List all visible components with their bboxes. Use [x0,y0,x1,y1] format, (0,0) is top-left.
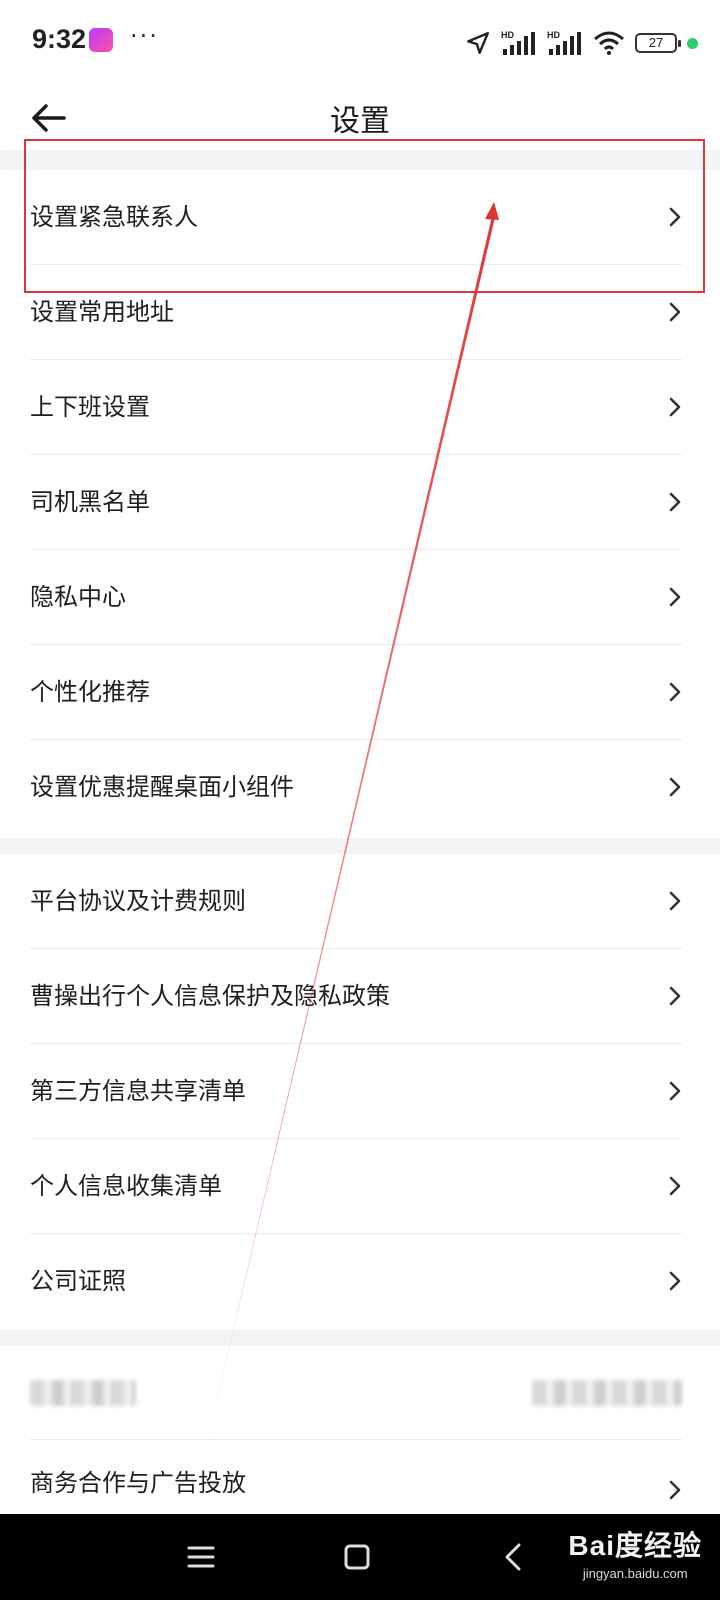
chevron-right-icon [669,777,681,797]
home-button[interactable] [340,1540,374,1574]
signal-hd-icon: HD [501,30,535,55]
chevron-right-icon [669,1176,681,1196]
nav-bar: 设置 [0,86,720,150]
page-title: 设置 [330,104,390,139]
row-label: 第三方信息共享清单 [30,1077,246,1105]
redacted-label [30,1380,136,1406]
home-square-icon [344,1544,370,1570]
row-label: 公司证照 [30,1267,126,1295]
section-gap [0,1330,720,1346]
row-label: 个人信息收集清单 [30,1172,222,1200]
settings-row-privacy-policy[interactable]: 曹操出行个人信息保护及隐私政策 [0,949,720,1044]
app-notification-icon [89,28,113,52]
watermark-url: jingyan.baidu.com [582,1566,688,1581]
more-notifications-icon: ··· [130,22,159,50]
chevron-right-icon [669,587,681,607]
chevron-right-icon [669,492,681,512]
settings-row-desktop-widget[interactable]: 设置优惠提醒桌面小组件 [0,740,720,835]
chevron-right-icon [669,891,681,911]
row-label: 上下班设置 [30,393,150,421]
settings-row-privacy-center[interactable]: 隐私中心 [0,550,720,645]
chevron-right-icon [669,397,681,417]
settings-row-personalized-recommend[interactable]: 个性化推荐 [0,645,720,740]
settings-row-driver-blacklist[interactable]: 司机黑名单 [0,455,720,550]
settings-row-company-license[interactable]: 公司证照 [0,1234,720,1329]
settings-row-emergency-contact[interactable]: 设置紧急联系人 [0,170,720,265]
redacted-value [532,1380,682,1406]
section-gap [0,838,720,854]
chevron-right-icon [669,207,681,227]
system-navigation-bar: Bai度经验 jingyan.baidu.com [0,1514,720,1600]
menu-icon [187,1546,215,1568]
settings-row-info-collection[interactable]: 个人信息收集清单 [0,1139,720,1234]
watermark-brand: Bai度经验 [568,1530,702,1561]
status-time: 9:32 [32,24,87,54]
settings-row-platform-agreement[interactable]: 平台协议及计费规则 [0,854,720,949]
chevron-right-icon [669,1081,681,1101]
system-back-button[interactable] [496,1540,530,1574]
battery-icon: 27 [635,33,681,53]
settings-row-commute[interactable]: 上下班设置 [0,360,720,455]
row-label: 司机黑名单 [30,488,150,516]
menu-button[interactable] [184,1540,218,1574]
chevron-right-icon [669,986,681,1006]
settings-row-business-cooperation[interactable]: 商务合作与广告投放 [0,1440,720,1514]
chevron-right-icon [669,682,681,702]
row-label: 设置紧急联系人 [30,203,198,231]
chevron-left-icon [505,1543,521,1571]
row-label: 隐私中心 [30,583,126,611]
settings-row-third-party-sharing[interactable]: 第三方信息共享清单 [0,1044,720,1139]
network-label-1: HD [501,30,514,40]
privacy-indicator-icon [687,37,698,49]
chevron-right-icon [669,1480,681,1500]
row-label: 设置优惠提醒桌面小组件 [30,773,294,801]
signal-hd-icon-2: HD [547,30,581,55]
row-label: 曹操出行个人信息保护及隐私政策 [30,982,390,1010]
network-label-2: HD [547,30,560,40]
baidu-jingyan-watermark: Bai度经验 jingyan.baidu.com [568,1524,702,1581]
row-label: 平台协议及计费规则 [30,887,246,915]
chevron-right-icon [669,1271,681,1291]
row-label: 设置常用地址 [30,298,174,326]
status-bar: 9:32 ··· HD HD 27 [0,0,720,86]
settings-row-common-address[interactable]: 设置常用地址 [0,265,720,360]
location-icon [467,32,489,54]
status-indicators: HD HD 27 [465,28,698,58]
chevron-right-icon [669,302,681,322]
wifi-icon [594,31,624,55]
section-gap [0,150,720,170]
settings-row-blurred[interactable] [0,1346,720,1440]
row-label: 个性化推荐 [30,678,150,706]
